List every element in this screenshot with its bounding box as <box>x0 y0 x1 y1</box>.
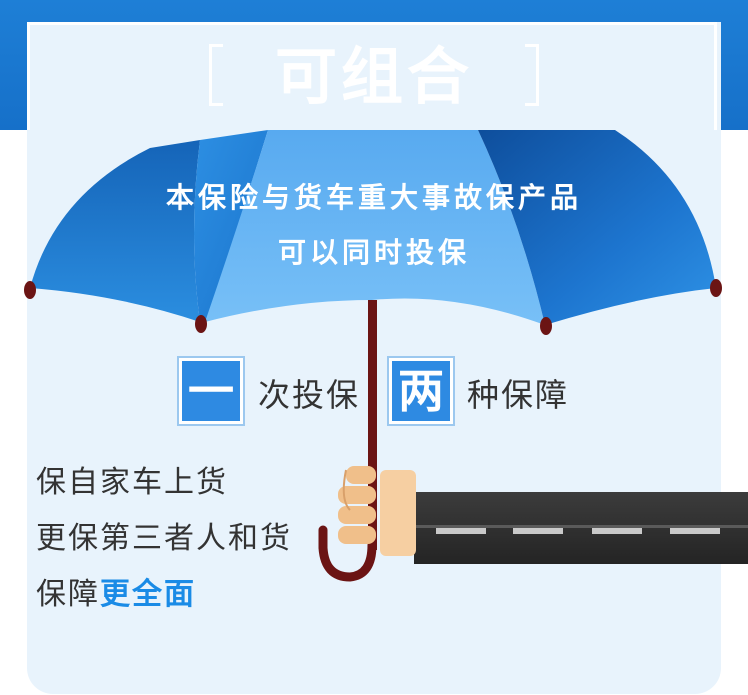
description-line-1: 保自家车上货 <box>36 465 228 500</box>
umbrella-tip <box>540 317 552 335</box>
umbrella-tip <box>710 279 722 297</box>
description-highlight: 更全面 <box>100 577 196 612</box>
road-marking <box>436 528 486 534</box>
description-line-3: 保障更全面 <box>36 569 196 613</box>
feature-text-two: 种保障 <box>467 376 570 414</box>
road-marking <box>513 528 563 534</box>
feature-char-one: 一 <box>179 358 243 424</box>
feature-char-two: 两 <box>389 358 453 424</box>
feature-text-one: 次投保 <box>258 376 361 414</box>
umbrella-line-1: 本保险与货车重大事故保产品 <box>165 181 582 214</box>
umbrella-tip <box>24 281 36 299</box>
road-marking <box>670 528 720 534</box>
umbrella-tip <box>195 315 207 333</box>
description-line-3-plain: 保障 <box>36 577 100 612</box>
road-marking <box>592 528 642 534</box>
road-divider <box>414 525 748 528</box>
description-line-2: 更保第三者人和货 <box>36 521 292 556</box>
umbrella-line-2: 可以同时投保 <box>277 236 470 269</box>
